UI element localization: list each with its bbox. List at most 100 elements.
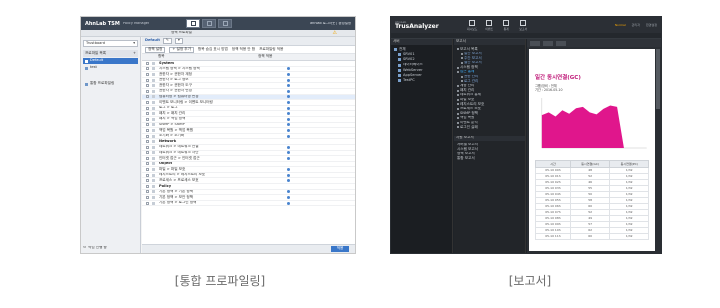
toolbar-no-apply[interactable]: 정책 적용 안 함 <box>232 47 255 52</box>
row-checkbox[interactable] <box>146 95 149 99</box>
profile-item-test[interactable]: test <box>83 65 138 71</box>
row-checkbox[interactable] <box>146 184 149 188</box>
row-label: 파일 > 파일 보호 <box>159 167 186 171</box>
row-label: 권한자 > 권한자 계정 <box>159 72 192 76</box>
report-list-item[interactable]: 로그인 실패 <box>457 125 522 130</box>
apply-dot-icon[interactable] <box>287 168 290 172</box>
row-checkbox[interactable] <box>146 201 149 205</box>
apply-dot-icon[interactable] <box>287 156 290 160</box>
apply-dot-icon[interactable] <box>287 89 290 93</box>
status-settings[interactable]: 환경설정 <box>646 23 657 27</box>
apply-dot-icon[interactable] <box>287 95 290 99</box>
table-cell: 05-10 11h <box>535 232 571 240</box>
row-checkbox[interactable] <box>146 140 149 144</box>
apply-dot-icon[interactable] <box>287 185 290 188</box>
apply-dot-icon[interactable] <box>287 162 290 165</box>
toolbar-policy-setting[interactable]: 정책 설정 <box>145 46 166 53</box>
row-checkbox[interactable] <box>146 112 149 116</box>
row-checkbox[interactable] <box>146 67 149 71</box>
tab-settings[interactable] <box>218 19 233 28</box>
row-checkbox[interactable] <box>146 128 149 132</box>
toolbar-profiling-apply[interactable]: 프로파일링 적용 <box>259 47 283 52</box>
row-checkbox[interactable] <box>146 196 149 200</box>
add-icon[interactable]: + <box>133 51 136 56</box>
resource-report-label: 정책 보고서 <box>457 151 475 156</box>
row-checkbox[interactable] <box>146 151 149 155</box>
apply-dot-icon[interactable] <box>287 84 290 88</box>
row-checkbox[interactable] <box>146 162 149 166</box>
viewer-scrollbar[interactable] <box>656 49 660 109</box>
table-cell: 1/32 <box>609 232 649 240</box>
nav-event[interactable]: 이벤트 <box>484 19 495 31</box>
row-checkbox[interactable] <box>146 84 149 88</box>
tab-monitor[interactable] <box>202 19 217 28</box>
server-icon <box>398 68 401 72</box>
server-tree-node[interactable]: TestPC <box>394 78 449 83</box>
row-checkbox[interactable] <box>146 134 149 138</box>
row-checkbox[interactable] <box>146 123 149 127</box>
row-checkbox[interactable] <box>146 156 149 160</box>
apply-dot-icon[interactable] <box>287 201 290 205</box>
row-label: 레지스트리 > 레지스트리 보호 <box>159 172 206 177</box>
apply-dot-icon[interactable] <box>287 123 290 127</box>
apply-dot-icon[interactable] <box>287 151 290 155</box>
viewer-select[interactable] <box>530 40 540 46</box>
status-admin[interactable]: 관리자 <box>632 23 640 27</box>
row-checkbox[interactable] <box>146 190 149 194</box>
apply-dot-icon[interactable] <box>287 62 290 65</box>
nav-dashboard[interactable]: 대시보드 <box>467 19 478 31</box>
apply-dot-icon[interactable] <box>287 100 290 104</box>
nav-stats[interactable]: 통계 <box>501 19 512 31</box>
profile-item-default[interactable]: Default <box>83 58 138 64</box>
toolbar-label: + 설정 추가 <box>172 46 191 51</box>
report-viewer: 일간 동시연결(GC) 그룹/장비 : 전체 기간 : 2016-05-10 시… <box>527 39 661 253</box>
policy-icon <box>152 84 155 88</box>
row-checkbox[interactable] <box>146 72 149 76</box>
tab-policy[interactable] <box>186 19 201 28</box>
row-checkbox[interactable] <box>146 78 149 82</box>
report-list-label: 파일 보호 <box>460 97 475 102</box>
server-tree-label: SRV01 <box>403 52 415 56</box>
toolbar-hide-method[interactable]: 항목 숨김 표시 방법 <box>198 47 228 52</box>
table-row[interactable]: 기본 정책 > 로그인 정책 <box>142 201 355 207</box>
refresh-icon[interactable]: ↻ <box>83 246 86 250</box>
bullet-icon <box>457 89 459 92</box>
board-select[interactable]: Trustboard ▾ <box>83 40 138 47</box>
apply-dot-icon[interactable] <box>287 145 290 149</box>
viewer-export[interactable] <box>556 40 566 46</box>
resource-report-list: 서버별 보고서 시스템 보고서 정책 보고서 통합 보고서 <box>454 141 525 163</box>
nav-report[interactable]: 보고서 <box>518 19 529 31</box>
apply-dot-icon[interactable] <box>287 128 290 132</box>
apply-dot-icon[interactable] <box>287 190 290 194</box>
row-checkbox[interactable] <box>146 89 149 93</box>
row-checkbox[interactable] <box>146 145 149 149</box>
row-checkbox[interactable] <box>146 61 149 65</box>
resource-report-item[interactable]: 통합 보고서 <box>457 156 522 161</box>
apply-dot-icon[interactable] <box>287 72 290 76</box>
apply-dot-icon[interactable] <box>287 117 290 121</box>
warning-icon[interactable]: ⚠ <box>333 30 337 36</box>
row-checkbox[interactable] <box>146 100 149 104</box>
row-checkbox[interactable] <box>146 168 149 172</box>
apply-dot-icon[interactable] <box>287 179 290 183</box>
apply-dot-icon[interactable] <box>287 106 290 110</box>
gear-icon <box>222 21 228 26</box>
viewer-print[interactable] <box>543 40 553 46</box>
apply-dot-icon[interactable] <box>287 134 290 138</box>
row-checkbox[interactable] <box>146 173 149 177</box>
edit-button[interactable]: ✎ <box>162 38 172 44</box>
row-checkbox[interactable] <box>146 179 149 183</box>
integrated-profiling-item[interactable]: 통합 프로파일링 <box>83 81 138 87</box>
row-checkbox[interactable] <box>146 117 149 121</box>
apply-dot-icon[interactable] <box>287 173 290 177</box>
apply-dot-icon[interactable] <box>287 140 290 143</box>
apply-dot-icon[interactable] <box>287 78 290 82</box>
dropdown-button[interactable]: ▾ <box>174 38 183 44</box>
apply-button[interactable]: 적용 <box>331 246 349 252</box>
apply-dot-icon[interactable] <box>287 112 290 116</box>
apply-dot-icon[interactable] <box>287 196 290 200</box>
toolbar-add-setting[interactable]: + 설정 추가 <box>169 46 194 53</box>
user-menu[interactable]: ahnlab 로그아웃 | 환경설정 <box>310 22 351 25</box>
apply-dot-icon[interactable] <box>287 67 290 71</box>
row-checkbox[interactable] <box>146 106 149 110</box>
